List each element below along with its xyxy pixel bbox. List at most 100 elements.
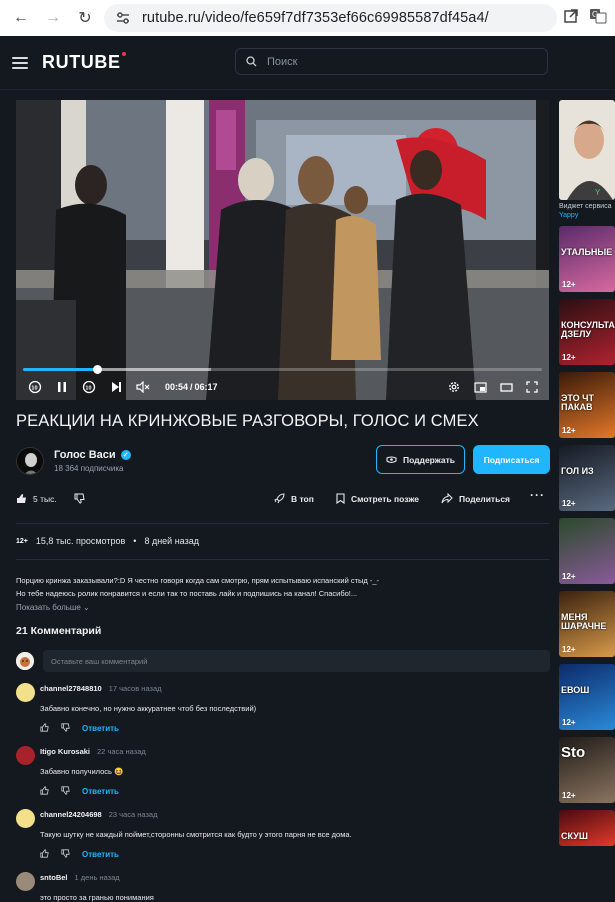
menu-icon[interactable] [12, 56, 28, 69]
comment-author[interactable]: channel24204698 [40, 810, 102, 819]
recommended-video-thumbnail[interactable]: ГОЛ ИЗ 12+ [559, 445, 615, 511]
svg-text:10: 10 [31, 385, 37, 391]
comment-author[interactable]: Itigo Kurosaki [40, 747, 90, 756]
show-more-button[interactable]: Показать больше ⌄ [16, 603, 550, 612]
comment-item: channel24204698 23 часа назад Такую шутк… [16, 809, 550, 860]
recommended-video-thumbnail[interactable]: ЭТО ЧТ ПАКАВ 12+ [559, 372, 615, 438]
recommended-video-thumbnail[interactable]: МЕНЯ ШАРАЧНЕ 12+ [559, 591, 615, 657]
publish-date: 8 дней назад [144, 536, 199, 546]
share-icon [441, 493, 453, 504]
address-bar[interactable]: rutube.ru/video/fe659f7df7353ef66c699855… [104, 4, 557, 32]
url-text: rutube.ru/video/fe659f7df7353ef66c699855… [142, 10, 489, 26]
comment-like-icon[interactable] [40, 723, 49, 734]
rewind-10-icon[interactable]: 10 [26, 378, 44, 396]
channel-row: Голос Васи ✓ 18 364 подписчика Поддержат… [16, 445, 550, 477]
forward-10-icon[interactable]: 10 [80, 378, 98, 396]
recommendations-sidebar: Y Виджет сервиса Yappy УТАЛЬНЫЕ 12+ КОНСУЛ… [559, 100, 615, 853]
comment-dislike-icon[interactable] [61, 849, 70, 860]
comment-time: 1 день назад [74, 872, 120, 882]
age-rating-badge: 12+ [562, 718, 576, 727]
browser-toolbar: ← → ↻ rutube.ru/video/fe659f7df7353ef66c… [0, 0, 615, 36]
support-button[interactable]: Поддержать [376, 445, 465, 474]
video-stats: 12+ 15,8 тыс. просмотров • 8 дней назад [16, 533, 550, 549]
description-line: Но тебе надеюсь ролик понравится и если … [16, 589, 358, 598]
pause-icon[interactable] [53, 378, 71, 396]
reply-button[interactable]: Ответить [82, 850, 119, 859]
channel-avatar[interactable] [16, 447, 44, 475]
thumbnail-caption: УТАЛЬНЫЕ [561, 247, 613, 257]
channel-name-row[interactable]: Голос Васи ✓ [54, 449, 131, 461]
open-external-icon[interactable] [563, 8, 579, 29]
recommended-video-thumbnail[interactable]: СКУШ [559, 810, 615, 846]
reply-button[interactable]: Ответить [82, 787, 119, 796]
channel-name[interactable]: Голос Васи [54, 449, 116, 461]
age-rating-badge: 12+ [562, 791, 576, 800]
more-options-icon[interactable]: ··· [530, 488, 545, 502]
settings-icon[interactable] [445, 378, 463, 396]
svg-text:Y: Y [595, 188, 601, 197]
rutube-logo[interactable]: RUTUBE [42, 52, 126, 73]
comment-text: Забавно конечно, но нужно аккуратнее что… [40, 704, 257, 713]
comment-item: Itigo Kurosaki 22 часа назад Забавно пол… [16, 746, 550, 797]
thumbnail-caption: КОНСУЛЬТАН ДЗЕЛУ [561, 320, 615, 339]
translate-icon[interactable]: G [589, 8, 607, 29]
view-count: 15,8 тыс. просмотров [35, 536, 126, 546]
reply-button[interactable]: Ответить [82, 724, 119, 733]
recommended-video-thumbnail[interactable]: 12+ [559, 518, 615, 584]
comment-text: Такую шутку не каждый поймет,сторонны см… [40, 830, 352, 839]
commenter-avatar[interactable] [16, 872, 35, 891]
comment-input[interactable]: Оставьте ваш комментарий [43, 650, 550, 672]
thumbnail-caption: ЕВОШ [561, 685, 590, 695]
time-current: 00:54 [165, 382, 189, 392]
age-rating-badge: 12+ [562, 499, 576, 508]
comment-like-icon[interactable] [40, 849, 49, 860]
recommended-video-thumbnail[interactable]: Sto 12+ [559, 737, 615, 803]
site-settings-icon[interactable] [114, 9, 132, 27]
search-icon [246, 56, 257, 67]
subscribe-label: Подписаться [483, 454, 540, 465]
progress-bar[interactable] [23, 365, 542, 374]
subscriber-count: 18 364 подписчика [54, 464, 124, 473]
comment-like-icon[interactable] [40, 786, 49, 797]
recommended-video-thumbnail[interactable]: ЕВОШ 12+ [559, 664, 615, 730]
top-button[interactable]: В топ [274, 493, 314, 504]
dislike-icon [74, 493, 85, 504]
comment-author[interactable]: channel27848810 [40, 684, 102, 693]
reload-icon[interactable]: ↻ [72, 5, 98, 31]
dislike-button[interactable] [74, 493, 85, 504]
progress-fill [23, 368, 98, 371]
recommended-video-thumbnail[interactable]: УТАЛЬНЫЕ 12+ [559, 226, 615, 292]
comment-author[interactable]: sntoBel [40, 873, 68, 882]
theater-mode-icon[interactable] [497, 378, 515, 396]
age-rating-badge: 12+ [562, 645, 576, 654]
recommended-video-title[interactable]: Виджет сервиса [559, 202, 615, 211]
commenter-avatar[interactable] [16, 746, 35, 765]
back-icon[interactable]: ← [8, 5, 34, 31]
comment-dislike-icon[interactable] [61, 723, 70, 734]
user-avatar[interactable] [16, 652, 34, 670]
recommended-video-thumbnail[interactable]: Y [559, 100, 615, 200]
like-button[interactable]: 5 тыс. [16, 493, 57, 504]
search-input[interactable]: Поиск [235, 48, 548, 75]
video-player[interactable]: 10 10 00:54 / 06:17 [16, 100, 549, 400]
watch-later-label: Смотреть позже [351, 493, 419, 504]
share-button[interactable]: Поделиться [441, 493, 510, 504]
next-video-icon[interactable] [107, 378, 125, 396]
recommended-video-channel[interactable]: Yappy [559, 211, 615, 220]
miniplayer-icon[interactable] [471, 378, 489, 396]
commenter-avatar[interactable] [16, 809, 35, 828]
divider [16, 559, 550, 560]
forward-icon[interactable]: → [40, 5, 66, 31]
watch-later-button[interactable]: Смотреть позже [336, 493, 419, 504]
recommended-video-thumbnail[interactable]: КОНСУЛЬТАН ДЗЕЛУ 12+ [559, 299, 615, 365]
age-rating-badge: 12+ [562, 572, 576, 581]
chevron-down-icon: ⌄ [83, 603, 90, 612]
top-label: В топ [291, 493, 314, 504]
fullscreen-icon[interactable] [523, 378, 541, 396]
subscribe-button[interactable]: Подписаться [473, 445, 550, 474]
mute-icon[interactable] [134, 378, 152, 396]
comment-dislike-icon[interactable] [61, 786, 70, 797]
commenter-avatar[interactable] [16, 683, 35, 702]
search-placeholder: Поиск [267, 55, 298, 68]
age-rating-badge: 12+ [16, 537, 28, 545]
